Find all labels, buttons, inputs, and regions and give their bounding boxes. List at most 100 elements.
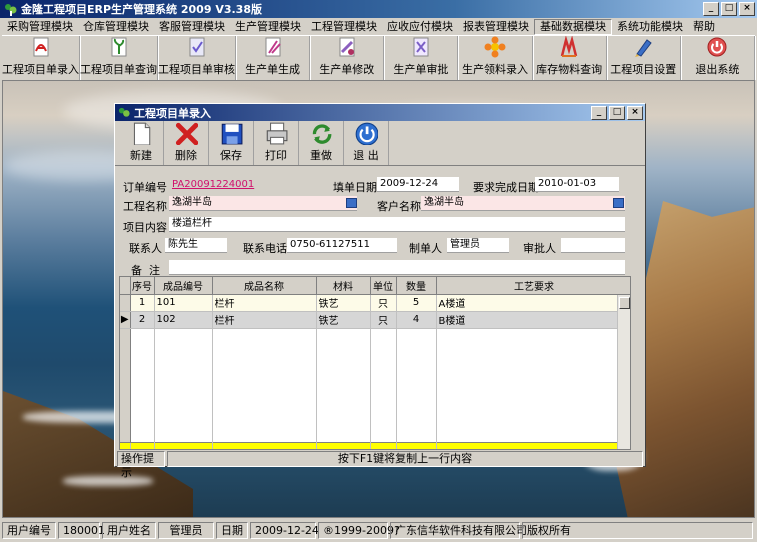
rights-text: 版权所有 (522, 522, 753, 539)
contact-label: 联系人 (129, 242, 162, 255)
date-value: 2009-12-24 (250, 522, 319, 539)
child-tool-button-4[interactable]: 重做 (299, 121, 344, 165)
toolbar-button-6[interactable]: 生产领料录入 (458, 36, 533, 80)
menu-item-8[interactable]: 系统功能模块 (612, 19, 688, 35)
child-close-button[interactable]: × (627, 106, 643, 120)
menu-item-3[interactable]: 生产管理模块 (230, 19, 306, 35)
toolbar-label: 生产单生成 (245, 63, 301, 76)
maximize-button[interactable]: □ (721, 2, 737, 16)
save-disk-icon (219, 121, 243, 145)
child-tool-button-5[interactable]: 退 出 (344, 121, 389, 165)
grid-header-4[interactable]: 单位 (370, 277, 397, 295)
customer-dropdown-icon[interactable] (613, 198, 624, 208)
app-title-bar: 金隆工程项目ERP生产管理系统 2009 V3.38版 _ □ × (0, 0, 757, 18)
grid-cell[interactable]: 只 (370, 311, 397, 329)
grid-cell[interactable]: 铁艺 (316, 294, 371, 312)
menu-item-0[interactable]: 采购管理模块 (2, 19, 78, 35)
menu-item-2[interactable]: 客服管理模块 (154, 19, 230, 35)
toolbar-button-3[interactable]: 生产单生成 (236, 36, 311, 80)
grid-cell[interactable]: 栏杆 (212, 311, 317, 329)
grid-cell[interactable]: 只 (370, 294, 397, 312)
grid-cell[interactable]: 铁艺 (316, 311, 371, 329)
child-tool-button-3[interactable]: 打印 (254, 121, 299, 165)
toolbar-button-9[interactable]: 退出系统 (681, 36, 755, 80)
grid-header-0[interactable]: 序号 (130, 277, 155, 295)
date-label: 日期 (216, 522, 248, 539)
content-label: 项目内容 (123, 221, 167, 234)
grid-cell[interactable]: 101 (154, 294, 213, 312)
child-tool-label: 重做 (310, 149, 332, 162)
child-maximize-button[interactable]: □ (609, 106, 625, 120)
content-field[interactable]: 楼道栏杆 (169, 217, 625, 232)
table-row[interactable]: 1 101 栏杆 铁艺只 5 A楼道 (120, 294, 630, 312)
project-entry-window: 工程项目单录入 _ □ × 新建 删除 保存 打印 重做 退 出 订单编号 PA20091… (114, 103, 646, 479)
toolbar-button-1[interactable]: 工程项目单查询 (80, 36, 158, 80)
child-tool-button-2[interactable]: 保存 (209, 121, 254, 165)
maker-label: 制单人 (409, 242, 442, 255)
child-tool-button-1[interactable]: 删除 (164, 121, 209, 165)
project-name-dropdown-icon[interactable] (346, 198, 357, 208)
row-indicator[interactable]: ▶ (120, 311, 131, 329)
grid-header-2[interactable]: 成品名称 (212, 277, 317, 295)
menu-item-9[interactable]: 帮助 (688, 19, 720, 35)
child-tool-button-0[interactable]: 新建 (119, 121, 164, 165)
menu-item-6[interactable]: 报表管理模块 (458, 19, 534, 35)
child-tool-label: 保存 (220, 149, 242, 162)
menu-item-4[interactable]: 工程管理模块 (306, 19, 382, 35)
row-indicator[interactable] (120, 294, 131, 312)
phone-label: 联系电话 (243, 242, 287, 255)
menu-item-7[interactable]: 基础数据模块 (534, 18, 612, 35)
grid-cell[interactable]: A楼道 (436, 294, 630, 312)
due-date-field[interactable]: 2010-01-03 (535, 177, 619, 192)
grid-cell[interactable]: 102 (154, 311, 213, 329)
plant-document-icon (108, 36, 130, 58)
grid-cell[interactable]: 1 (130, 294, 155, 312)
toolbar-label: 库存物料查询 (536, 63, 603, 76)
edit-document-icon (336, 36, 358, 58)
hint-bar: 操作提示 按下F1键将复制上一行内容 (117, 451, 643, 479)
grid-cell[interactable]: 4 (396, 311, 437, 329)
toolbar-button-5[interactable]: 生产单审批 (384, 36, 459, 80)
grid-cell[interactable]: 栏杆 (212, 294, 317, 312)
app-title: 金隆工程项目ERP生产管理系统 2009 V3.38版 (21, 3, 262, 16)
toolbar-button-7[interactable]: 库存物料查询 (533, 35, 607, 80)
project-name-field[interactable]: 逸湖半岛 (169, 196, 357, 211)
table-row[interactable]: ▶ 2 102 栏杆 铁艺只 4 B楼道 (120, 311, 630, 329)
child-tool-label: 打印 (265, 149, 287, 162)
toolbar-button-4[interactable]: 生产单修改 (310, 36, 385, 80)
flower-icon (484, 36, 506, 58)
grid-header-5[interactable]: 数量 (396, 277, 437, 295)
customer-field[interactable]: 逸湖半岛 (421, 196, 625, 211)
toolbar-label: 工程项目单查询 (80, 63, 157, 76)
phone-field[interactable]: 0750-61127511 (287, 238, 397, 253)
grid-cell[interactable]: 2 (130, 311, 155, 329)
check-document-icon (186, 36, 208, 58)
grid-header-3[interactable]: 材料 (316, 277, 371, 295)
fill-date-label: 填单日期 (333, 181, 377, 194)
toolbar-button-2[interactable]: 工程项目单审核 (158, 36, 236, 80)
child-toolbar: 新建 删除 保存 打印 重做 退 出 (115, 121, 645, 166)
child-minimize-button[interactable]: _ (591, 106, 607, 120)
grid-scrollbar[interactable] (617, 295, 630, 449)
grid-cell[interactable]: B楼道 (436, 311, 630, 329)
approve-document-icon (410, 36, 432, 58)
grid-header-6[interactable]: 工艺要求 (436, 277, 630, 295)
grid-header-1[interactable]: 成品编号 (154, 277, 213, 295)
approver-field[interactable] (561, 238, 625, 253)
toolbar-button-0[interactable]: 工程项目单录入 (2, 36, 80, 80)
company-name: 广东信华软件科技有限公司 (390, 522, 527, 539)
scrollbar-thumb[interactable] (619, 297, 630, 309)
user-no-value: 180001 (58, 522, 105, 539)
close-button[interactable]: × (739, 2, 755, 16)
child-title: 工程项目单录入 (134, 106, 211, 120)
maker-field[interactable]: 管理员 (447, 238, 509, 253)
fill-date-field[interactable]: 2009-12-24 (377, 177, 459, 192)
menu-item-1[interactable]: 仓库管理模块 (78, 19, 154, 35)
grid-cell[interactable]: 5 (396, 294, 437, 312)
order-no-link[interactable]: PA20091224001 (169, 178, 279, 193)
minimize-button[interactable]: _ (703, 2, 719, 16)
remark-field[interactable] (169, 260, 625, 275)
menu-item-5[interactable]: 应收应付模块 (382, 19, 458, 35)
contact-field[interactable]: 陈先生 (165, 238, 227, 253)
toolbar-button-8[interactable]: 工程项目设置 (607, 36, 681, 80)
